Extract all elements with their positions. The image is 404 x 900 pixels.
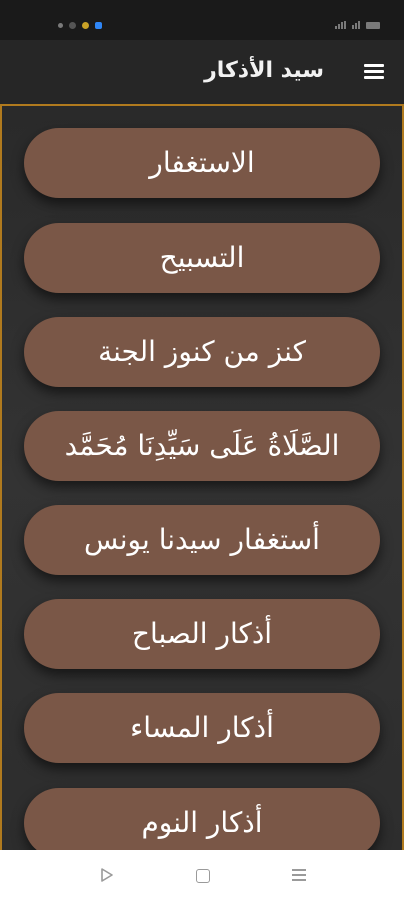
zikr-button-label: كنز من كنوز الجنة bbox=[98, 335, 306, 368]
zikr-button-label: أستغفار سيدنا يونس bbox=[84, 523, 320, 556]
zikr-button-istighfar-yunus[interactable]: أستغفار سيدنا يونس bbox=[24, 505, 380, 575]
zikr-button-label: أذكار النوم bbox=[141, 806, 263, 839]
signal-icon bbox=[335, 21, 346, 29]
zikr-button-sleep[interactable]: أذكار النوم bbox=[24, 788, 380, 852]
status-icons-left bbox=[58, 22, 102, 29]
azkar-list: الاستغفار التسبيح كنز من كنوز الجنة الصَ… bbox=[0, 104, 404, 852]
battery-icon bbox=[366, 21, 380, 29]
hamburger-menu-icon[interactable] bbox=[364, 64, 384, 80]
wifi-icon bbox=[352, 21, 360, 29]
status-bar bbox=[0, 0, 404, 40]
app-icon bbox=[82, 22, 89, 29]
zikr-button-tasbih[interactable]: التسبيح bbox=[24, 223, 380, 293]
facebook-icon bbox=[69, 22, 76, 29]
zikr-button-label: أذكار الصباح bbox=[131, 617, 273, 650]
zikr-button-label: أذكار المساء bbox=[130, 711, 274, 744]
zikr-button-morning[interactable]: أذكار الصباح bbox=[24, 599, 380, 669]
messenger-icon bbox=[95, 22, 102, 29]
system-nav-bar bbox=[0, 850, 404, 900]
zikr-button-kanz[interactable]: كنز من كنوز الجنة bbox=[24, 317, 380, 387]
recent-apps-icon[interactable] bbox=[292, 869, 306, 882]
status-icons-right bbox=[335, 21, 380, 29]
zikr-button-label: التسبيح bbox=[159, 241, 245, 274]
zikr-button-evening[interactable]: أذكار المساء bbox=[24, 693, 380, 763]
notification-dot-icon bbox=[58, 23, 63, 28]
app-title: سيد الأذكار bbox=[204, 58, 324, 83]
zikr-button-salat-nabi[interactable]: الصَّلَاةُ عَلَى سَيِّدِنَا مُحَمَّد bbox=[24, 411, 380, 481]
zikr-button-label: الاستغفار bbox=[149, 146, 255, 179]
zikr-button-istighfar[interactable]: الاستغفار bbox=[24, 128, 380, 198]
zikr-button-label: الصَّلَاةُ عَلَى سَيِّدِنَا مُحَمَّد bbox=[64, 429, 340, 462]
app-bar: سيد الأذكار bbox=[0, 40, 404, 104]
home-square-icon[interactable] bbox=[196, 869, 210, 883]
